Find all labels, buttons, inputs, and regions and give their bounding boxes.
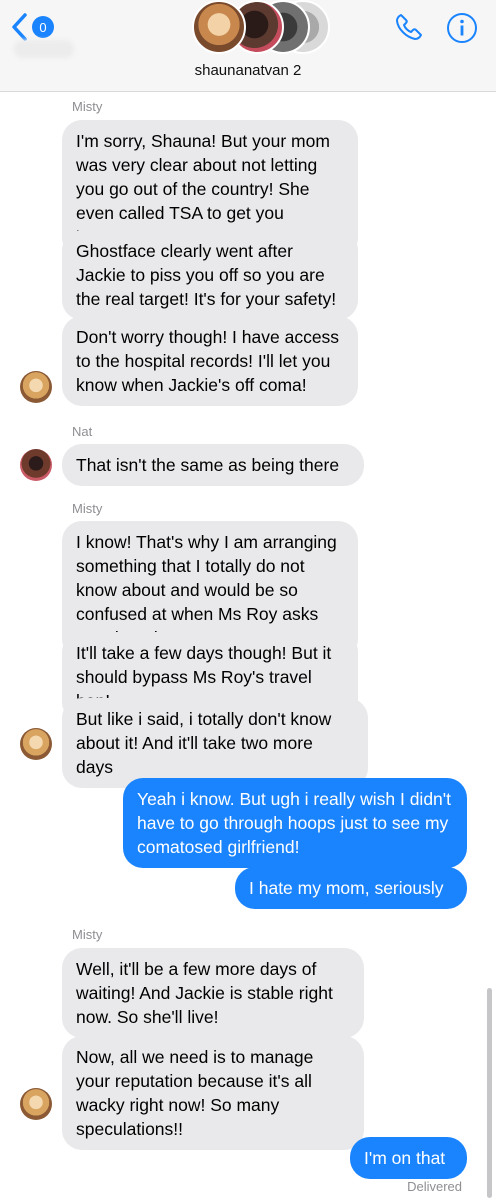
sender-name: Misty: [72, 501, 103, 516]
message-bubble-incoming[interactable]: Ghostface clearly went after Jackie to p…: [62, 230, 358, 320]
avatar[interactable]: [20, 449, 52, 481]
avatar[interactable]: [20, 728, 52, 760]
info-icon[interactable]: [446, 12, 478, 44]
message-bubble-outgoing[interactable]: Yeah i know. But ugh i really wish I did…: [123, 778, 467, 868]
group-name[interactable]: shaunanatvan 2: [0, 62, 496, 79]
blurred-region: [14, 40, 74, 58]
message-bubble-incoming[interactable]: But like i said, i totally don't know ab…: [62, 698, 368, 788]
unread-count-badge: 0: [32, 16, 54, 38]
sender-name: Nat: [72, 424, 93, 439]
message-bubble-outgoing[interactable]: I hate my mom, seriously: [235, 867, 467, 909]
avatar[interactable]: [20, 1088, 52, 1120]
avatar[interactable]: [20, 371, 52, 403]
sender-name: Misty: [72, 99, 103, 114]
scrollbar[interactable]: [487, 988, 492, 1198]
group-avatars[interactable]: [192, 0, 330, 56]
message-bubble-incoming[interactable]: Well, it'll be a few more days of waitin…: [62, 948, 364, 1038]
message-bubble-outgoing[interactable]: I'm on that: [350, 1137, 467, 1179]
delivered-status: Delivered: [407, 1179, 462, 1194]
message-bubble-incoming[interactable]: That isn't the same as being there: [62, 444, 364, 486]
message-list[interactable]: Misty I'm sorry, Shauna! But your mom wa…: [0, 92, 496, 1200]
avatar: [192, 0, 246, 54]
sender-name: Misty: [72, 927, 103, 942]
chevron-left-icon: [12, 13, 27, 41]
back-button[interactable]: 0: [10, 12, 54, 42]
conversation-header: 0 shaunanatvan 2: [0, 0, 496, 92]
message-bubble-incoming[interactable]: Now, all we need is to manage your reput…: [62, 1036, 364, 1150]
phone-icon[interactable]: [394, 12, 424, 42]
message-bubble-incoming[interactable]: Don't worry though! I have access to the…: [62, 316, 358, 406]
